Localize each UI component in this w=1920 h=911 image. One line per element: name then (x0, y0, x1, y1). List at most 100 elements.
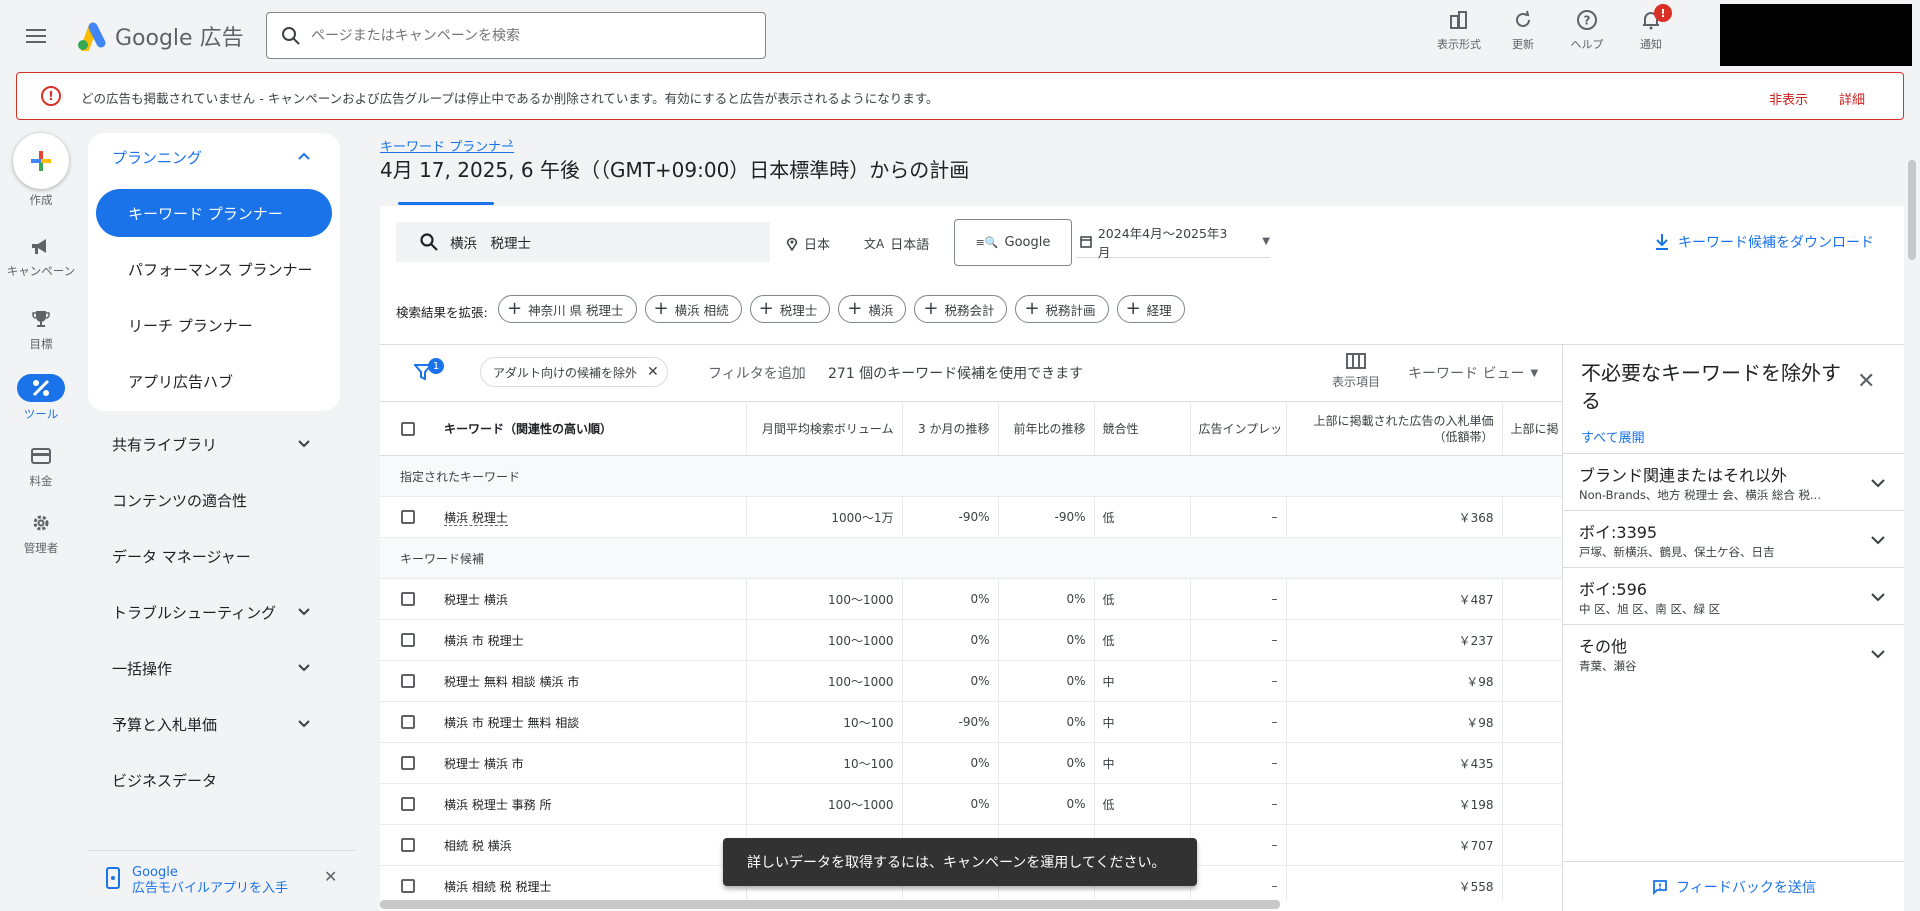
chevron-down-icon[interactable] (1869, 645, 1887, 663)
row-checkbox[interactable] (401, 592, 415, 607)
nav-bulk-actions[interactable]: 一括操作 (112, 658, 172, 679)
chevron-up-icon[interactable] (296, 148, 312, 164)
google-ads-logo[interactable]: Google 広告 (75, 20, 244, 52)
expand-chip[interactable]: + 横浜 (838, 295, 907, 323)
select-all-checkbox[interactable] (401, 421, 415, 436)
col-3month[interactable]: 3 か月の推移 (902, 401, 999, 456)
keyword-search-box[interactable]: 横浜 税理士 (396, 222, 770, 262)
chevron-down-icon[interactable] (1869, 474, 1887, 492)
row-checkbox[interactable] (401, 756, 415, 771)
nav-business-data[interactable]: ビジネスデータ (112, 770, 217, 791)
table-row[interactable]: 横浜 税理士 1000～1万 -90% -90% 低 – ￥368 (380, 496, 1562, 538)
rail-tools[interactable]: ツール (0, 374, 82, 422)
rail-admin[interactable]: 管理者 (0, 510, 82, 556)
add-filter-button[interactable]: フィルタを追加 (708, 363, 806, 383)
language-selector[interactable]: 文A 日本語 (864, 234, 929, 253)
notifications-button[interactable]: 通知 ! (1622, 4, 1680, 52)
close-icon[interactable]: ✕ (1857, 369, 1875, 394)
breadcrumb[interactable]: キーワード プランナー (380, 136, 514, 155)
keyword-cell[interactable]: 横浜 税理士 (436, 496, 747, 538)
expand-chip[interactable]: + 税理士 (749, 295, 831, 323)
keyword-view-selector[interactable]: キーワード ビュー ▼ (1408, 363, 1538, 383)
columns-button[interactable]: 表示項目 (1332, 353, 1380, 390)
promo-text[interactable]: Google 広告モバイルアプリを入手 (132, 865, 288, 897)
table-row[interactable]: 税理士 横浜 100～1000 0% 0% 低 – ￥487 (380, 578, 1562, 620)
col-keyword[interactable]: キーワード（関連性の高い順） (436, 401, 747, 456)
table-row[interactable]: 税理士 無料 相談 横浜 市 100～1000 0% 0% 中 – ￥98 (380, 660, 1562, 702)
col-bid-low[interactable]: 上部に掲載された広告の入札単価（低額帯） (1286, 401, 1503, 456)
close-icon[interactable]: ✕ (647, 364, 659, 380)
nav-data-manager[interactable]: データ マネージャー (112, 546, 251, 567)
alert-details-link[interactable]: 詳細 (1839, 89, 1865, 108)
keyword-cell[interactable]: 税理士 無料 相談 横浜 市 (436, 660, 747, 702)
expand-all-link[interactable]: すべて展開 (1581, 427, 1645, 446)
nav-keyword-planner[interactable]: キーワード プランナー (96, 189, 332, 237)
refresh-button[interactable]: 更新 (1494, 8, 1552, 52)
expand-chip[interactable]: + 税務計画 (1015, 295, 1109, 323)
adult-filter-chip[interactable]: アダルト向けの候補を除外 ✕ (480, 357, 668, 387)
alert-dismiss-link[interactable]: 非表示 (1769, 89, 1808, 108)
col-competition[interactable]: 競合性 (1094, 401, 1191, 456)
col-volume[interactable]: 月間平均検索ボリューム (746, 401, 903, 456)
keyword-cell[interactable]: 横浜 税理士 事務 所 (436, 783, 747, 825)
expand-chip[interactable]: + 経理 (1116, 295, 1185, 323)
date-range-selector[interactable]: 2024年4月～2025年3月 ▼ (1076, 226, 1270, 260)
row-checkbox[interactable] (401, 797, 415, 812)
chevron-down-icon[interactable] (296, 436, 312, 452)
table-row[interactable]: 横浜 市 税理士 100～1000 0% 0% 低 – ￥237 (380, 619, 1562, 661)
nav-app-hub[interactable]: アプリ広告ハブ (128, 371, 233, 392)
expand-chip[interactable]: + 税務会計 (914, 295, 1008, 323)
col-impressions[interactable]: 広告インプレッ (1190, 401, 1287, 456)
location-selector[interactable]: 日本 (786, 234, 830, 253)
keyword-cell[interactable]: 税理士 横浜 市 (436, 742, 747, 784)
menu-icon[interactable] (26, 22, 54, 50)
col-yoy[interactable]: 前年比の推移 (998, 401, 1095, 456)
col-bid-high[interactable]: 上部に掲 (1502, 401, 1562, 456)
chevron-down-icon[interactable] (296, 660, 312, 676)
nav-content-suitability[interactable]: コンテンツの適合性 (112, 490, 247, 511)
page-search-box[interactable] (266, 12, 766, 59)
chevron-down-icon[interactable] (296, 716, 312, 732)
chevron-down-icon[interactable] (1869, 531, 1887, 549)
nav-performance-planner[interactable]: パフォーマンス プランナー (128, 259, 312, 280)
keyword-cell[interactable]: 相続 税 横浜 (436, 824, 747, 866)
row-checkbox[interactable] (401, 674, 415, 689)
row-checkbox[interactable] (401, 838, 415, 853)
keyword-cell[interactable]: 横浜 市 税理士 無料 相談 (436, 701, 747, 743)
expand-chip[interactable]: + 横浜 相続 (644, 295, 742, 323)
table-row[interactable]: 横浜 税理士 事務 所 100～1000 0% 0% 低 – ￥198 (380, 783, 1562, 825)
help-button[interactable]: ? ヘルプ (1558, 8, 1616, 52)
row-checkbox[interactable] (401, 633, 415, 648)
row-checkbox[interactable] (401, 879, 415, 894)
row-checkbox[interactable] (401, 715, 415, 730)
horizontal-scrollbar[interactable] (380, 900, 1280, 909)
exclude-group[interactable]: ボイ:3395 戸塚、新横浜、鶴見、保土ケ谷、日吉 (1563, 510, 1905, 567)
expand-chip[interactable]: + 神奈川 県 税理士 (498, 295, 637, 323)
nav-shared-library[interactable]: 共有ライブラリ (112, 434, 217, 455)
close-icon[interactable]: ✕ (324, 867, 337, 886)
network-selector[interactable]: ≡🔍 Google (954, 219, 1072, 266)
chevron-down-icon[interactable] (1869, 588, 1887, 606)
keyword-cell[interactable]: 税理士 横浜 (436, 578, 747, 620)
exclude-group[interactable]: ボイ:596 中 区、旭 区、南 区、緑 区 (1563, 567, 1905, 624)
chevron-down-icon[interactable] (296, 604, 312, 620)
table-row[interactable]: 税理士 横浜 市 10～100 0% 0% 中 – ￥435 (380, 742, 1562, 784)
vertical-scrollbar[interactable] (1908, 160, 1916, 260)
rail-goals[interactable]: 目標 (0, 306, 82, 352)
nav-budgets-bids[interactable]: 予算と入札単価 (112, 714, 217, 735)
page-search-input[interactable] (311, 27, 765, 44)
nav-reach-planner[interactable]: リーチ プランナー (128, 315, 253, 336)
nav-planning[interactable]: プランニング (112, 147, 202, 168)
row-checkbox[interactable] (401, 510, 415, 525)
create-button[interactable] (13, 133, 69, 189)
rail-campaign[interactable]: キャンペーン (0, 234, 82, 278)
exclude-group[interactable]: その他 青葉、瀬谷 (1563, 624, 1905, 681)
account-area[interactable] (1720, 4, 1912, 66)
nav-troubleshooting[interactable]: トラブルシューティング (112, 602, 276, 623)
rail-billing[interactable]: 料金 (0, 443, 82, 489)
exclude-group[interactable]: ブランド関連またはそれ以外 Non-Brands、地方 税理士 会、横浜 総合 税… (1563, 453, 1905, 510)
appearance-button[interactable]: 表示形式 (1430, 8, 1488, 52)
download-keywords-button[interactable]: キーワード候補をダウンロード (1654, 232, 1874, 252)
send-feedback-button[interactable]: フィードバックを送信 (1563, 861, 1905, 911)
keyword-cell[interactable]: 横浜 相続 税 税理士 (436, 865, 747, 901)
